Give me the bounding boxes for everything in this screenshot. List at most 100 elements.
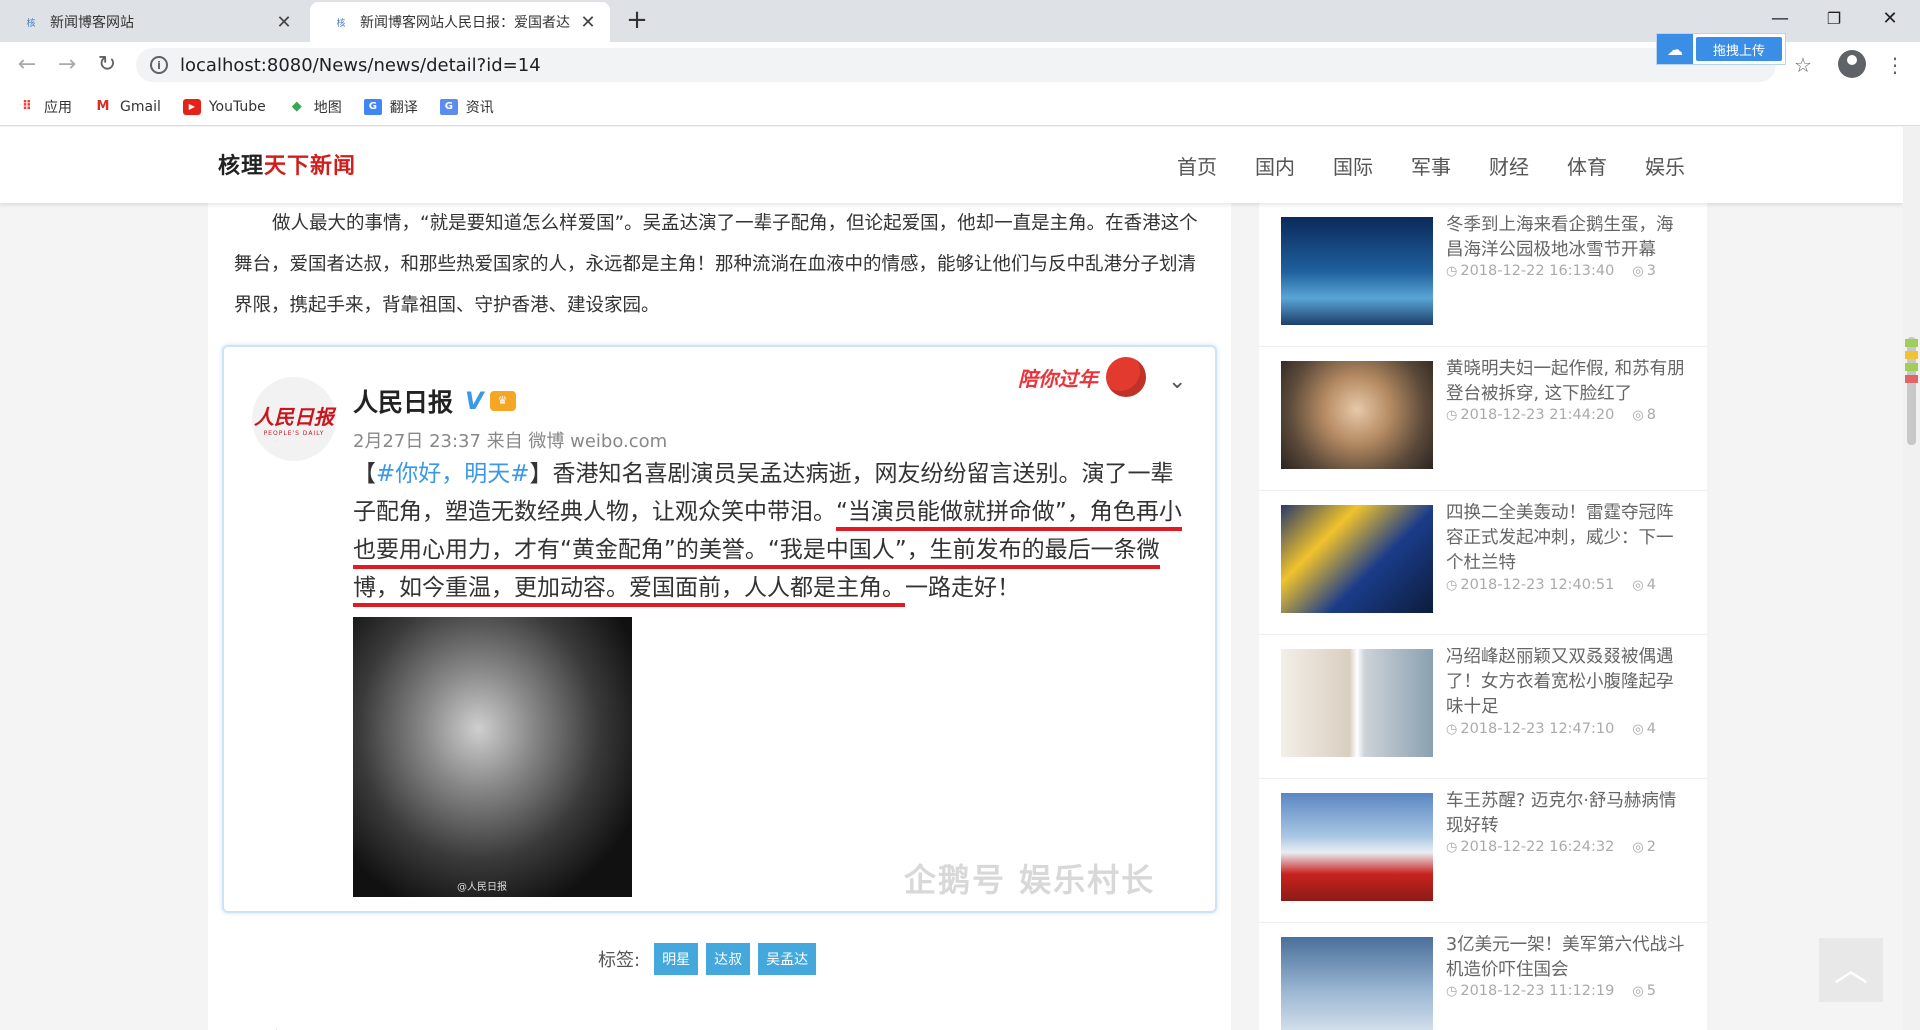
news-icon: G bbox=[439, 98, 458, 115]
weibo-photo[interactable]: @人民日报 bbox=[353, 617, 632, 897]
news-meta: ◷ 2018-12-22 16:24:32 ◎ 2 bbox=[1446, 839, 1656, 855]
chevron-down-icon[interactable]: ⌄ bbox=[1168, 369, 1186, 394]
bookmark-youtube[interactable]: ▶ YouTube bbox=[182, 98, 266, 115]
bookmark-label: YouTube bbox=[208, 98, 266, 115]
bookmark-label: Gmail bbox=[120, 98, 161, 115]
logo-text-black: 核理 bbox=[218, 153, 265, 179]
nav-domestic[interactable]: 国内 bbox=[1255, 151, 1295, 180]
bookmark-news[interactable]: G 资讯 bbox=[439, 97, 494, 117]
upload-extension-button[interactable]: ☁ 拖拽上传 bbox=[1656, 33, 1786, 65]
address-bar[interactable]: i localhost:8080/News/news/detail?id=14 bbox=[136, 48, 1776, 82]
news-title[interactable]: 冯绍峰赵丽颖又双叒叕被偶遇了！女方衣着宽松小腹隆起孕味十足 bbox=[1446, 645, 1686, 720]
clock-icon: ◷ bbox=[1446, 721, 1458, 737]
upload-extension-label: 拖拽上传 bbox=[1696, 37, 1782, 61]
photo-watermark: @人民日报 bbox=[457, 882, 507, 893]
news-meta: ◷ 2018-12-23 12:40:51 ◎ 4 bbox=[1446, 577, 1656, 593]
news-item[interactable]: 冬季到上海来看企鹅生蛋，海昌海洋公园极地冰雪节开幕 ◷ 2018-12-22 16… bbox=[1259, 203, 1707, 347]
apps-grid-icon: ⠿ bbox=[21, 99, 33, 114]
cloud-icon: ☁ bbox=[1657, 34, 1693, 64]
back-to-top-button[interactable]: ︿ bbox=[1819, 938, 1883, 1002]
browser-toolbar: ← → ↻ i localhost:8080/News/news/detail?… bbox=[0, 42, 1920, 88]
hashtag-link[interactable]: #你好，明天# bbox=[376, 461, 530, 487]
tab-article[interactable]: 核 新闻博客网站人民日报：爱国者达 ✕ bbox=[310, 2, 610, 42]
news-thumbnail[interactable] bbox=[1281, 217, 1433, 325]
tags-label: 标签: bbox=[598, 950, 641, 971]
weibo-avatar[interactable]: 人民日报 PEOPLE'S DAILY bbox=[252, 377, 336, 461]
new-tab-button[interactable]: + bbox=[622, 6, 652, 36]
chevron-up-icon: ︿ bbox=[1834, 950, 1868, 990]
news-thumbnail[interactable] bbox=[1281, 361, 1433, 469]
profile-avatar-icon[interactable] bbox=[1838, 50, 1866, 78]
bookmark-star-icon[interactable]: ☆ bbox=[1788, 50, 1818, 80]
news-meta: ◷ 2018-12-22 16:13:40 ◎ 3 bbox=[1446, 263, 1656, 279]
bookmark-label: 地图 bbox=[313, 99, 342, 116]
tag-chip[interactable]: 达叔 bbox=[706, 943, 751, 975]
bookmark-label: 翻译 bbox=[389, 99, 418, 116]
menu-kebab-icon[interactable]: ⋮ bbox=[1880, 50, 1910, 80]
tags-row: 标签: 明星 达叔 吴孟达 bbox=[598, 943, 824, 975]
news-thumbnail[interactable] bbox=[1281, 505, 1433, 613]
nav-sports[interactable]: 体育 bbox=[1567, 151, 1607, 180]
clock-icon: ◷ bbox=[1446, 407, 1458, 423]
nav-international[interactable]: 国际 bbox=[1333, 151, 1373, 180]
news-thumbnail[interactable] bbox=[1281, 937, 1433, 1030]
bookmark-translate[interactable]: G 翻译 bbox=[363, 97, 418, 117]
eye-icon: ◎ bbox=[1632, 577, 1644, 593]
back-arrow-icon[interactable]: ← bbox=[12, 50, 42, 80]
site-favicon-icon: 核 bbox=[336, 18, 346, 29]
weibo-text: 【#你好，明天#】香港知名喜剧演员吴孟达病逝，网友纷纷留言送别。演了一辈子配角，… bbox=[353, 455, 1193, 607]
weibo-meta: 2月27日 23:37 来自 微博 weibo.com bbox=[353, 431, 668, 452]
site-logo[interactable]: 核理天下新闻 bbox=[218, 148, 356, 180]
tag-chip[interactable]: 吴孟达 bbox=[758, 943, 817, 975]
news-title[interactable]: 黄晓明夫妇一起作假, 和苏有朋登台被拆穿, 这下脸红了 bbox=[1446, 357, 1686, 407]
eye-icon: ◎ bbox=[1632, 407, 1644, 423]
tab-strip: 核 新闻博客网站 ✕ 核 新闻博客网站人民日报：爱国者达 ✕ + — ❐ ✕ bbox=[0, 0, 1920, 42]
site-header: 核理天下新闻 首页 国内 国际 军事 财经 体育 娱乐 bbox=[0, 127, 1903, 203]
eye-icon: ◎ bbox=[1632, 721, 1644, 737]
tag-chip[interactable]: 明星 bbox=[654, 943, 699, 975]
info-icon[interactable]: i bbox=[150, 56, 168, 74]
news-item[interactable]: 冯绍峰赵丽颖又双叒叕被偶遇了！女方衣着宽松小腹隆起孕味十足 ◷ 2018-12-2… bbox=[1259, 635, 1707, 779]
page-viewport: 核理天下新闻 首页 国内 国际 军事 财经 体育 娱乐 做人最大的事情，“就是要… bbox=[0, 127, 1903, 1030]
news-meta: ◷ 2018-12-23 12:47:10 ◎ 4 bbox=[1446, 721, 1656, 737]
reload-icon[interactable]: ↻ bbox=[92, 50, 122, 80]
news-item[interactable]: 黄晓明夫妇一起作假, 和苏有朋登台被拆穿, 这下脸红了 ◷ 2018-12-23 … bbox=[1259, 347, 1707, 491]
nav-finance[interactable]: 财经 bbox=[1489, 151, 1529, 180]
nav-home[interactable]: 首页 bbox=[1177, 151, 1217, 180]
news-item[interactable]: 四换二全美轰动！雷霆夺冠阵容正式发起冲刺，威少：下一个杜兰特 ◷ 2018-12-… bbox=[1259, 491, 1707, 635]
bookmark-apps[interactable]: ⠿ 应用 bbox=[18, 97, 72, 117]
crown-icon: ♛ bbox=[489, 391, 516, 411]
image-watermark: 企鹅号 娱乐村长 bbox=[904, 861, 1156, 899]
bookmark-maps[interactable]: ◆ 地图 bbox=[288, 97, 342, 117]
tab-title: 新闻博客网站 bbox=[50, 15, 134, 31]
news-thumbnail[interactable] bbox=[1281, 793, 1433, 901]
close-icon[interactable]: ✕ bbox=[578, 12, 598, 33]
news-title[interactable]: 车王苏醒? 迈克尔·舒马赫病情现好转 bbox=[1446, 789, 1686, 839]
news-title[interactable]: 冬季到上海来看企鹅生蛋，海昌海洋公园极地冰雪节开幕 bbox=[1446, 213, 1686, 263]
news-title[interactable]: 3亿美元一架！美军第六代战斗机造价吓住国会 bbox=[1446, 933, 1686, 983]
nav-entertainment[interactable]: 娱乐 bbox=[1645, 151, 1685, 180]
close-icon[interactable]: ✕ bbox=[274, 12, 294, 33]
weibo-account-name[interactable]: 人民日报 V ♛ bbox=[353, 383, 516, 419]
forward-arrow-icon[interactable]: → bbox=[52, 50, 82, 80]
weibo-card: 人民日报 PEOPLE'S DAILY 人民日报 V ♛ 2月27日 23:37… bbox=[222, 345, 1217, 913]
related-news-sidebar: 冬季到上海来看企鹅生蛋，海昌海洋公园极地冰雪节开幕 ◷ 2018-12-22 16… bbox=[1259, 203, 1707, 1030]
page-scrollbar[interactable] bbox=[1903, 127, 1920, 1030]
news-title[interactable]: 四换二全美轰动！雷霆夺冠阵容正式发起冲刺，威少：下一个杜兰特 bbox=[1446, 501, 1686, 576]
news-meta: ◷ 2018-12-23 11:12:19 ◎ 5 bbox=[1446, 983, 1656, 999]
bookmarks-bar: ⠿ 应用 M Gmail ▶ YouTube ◆ 地图 G 翻译 G 资讯 bbox=[0, 88, 1920, 126]
news-item[interactable]: 3亿美元一架！美军第六代战斗机造价吓住国会 ◷ 2018-12-23 11:12:… bbox=[1259, 923, 1707, 1030]
bookmark-label: 资讯 bbox=[465, 99, 494, 116]
side-indicator-strip bbox=[1903, 335, 1920, 415]
bookmark-gmail[interactable]: M Gmail bbox=[94, 99, 161, 115]
news-item[interactable]: 车王苏醒? 迈克尔·舒马赫病情现好转 ◷ 2018-12-22 16:24:32 … bbox=[1259, 779, 1707, 923]
nav-military[interactable]: 军事 bbox=[1411, 151, 1451, 180]
news-thumbnail[interactable] bbox=[1281, 649, 1433, 757]
verified-v-icon: V bbox=[465, 387, 484, 415]
comments-heading: 评论 bbox=[234, 1023, 286, 1030]
restore-icon[interactable]: ❐ bbox=[1806, 0, 1862, 40]
tab-news-blog[interactable]: 核 新闻博客网站 ✕ bbox=[0, 2, 306, 42]
eye-icon: ◎ bbox=[1632, 983, 1644, 999]
gmail-icon: M bbox=[96, 99, 110, 114]
window-close-icon[interactable]: ✕ bbox=[1862, 0, 1918, 40]
